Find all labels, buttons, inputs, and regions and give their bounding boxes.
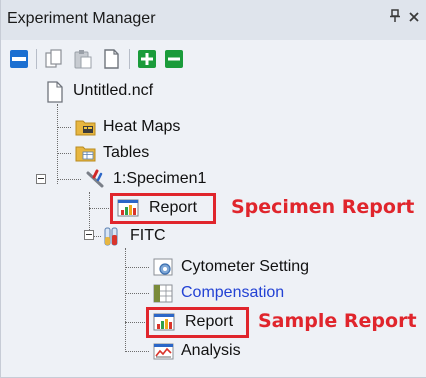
tree-item-label: 1:Specimen1 <box>113 170 207 187</box>
report-icon <box>153 312 175 332</box>
tree-connector <box>125 351 149 352</box>
experiment-tree: Untitled.ncf Heat Maps Tables 1:Specimen… <box>1 78 426 377</box>
close-icon[interactable] <box>408 8 420 28</box>
analysis-icon <box>153 341 174 361</box>
cytometer-setting-icon <box>153 257 173 277</box>
folder-icon <box>75 143 96 163</box>
window-icon[interactable] <box>9 49 29 69</box>
tree-item-label: Tables <box>103 144 150 161</box>
sample-report-annotation: Sample Report <box>258 310 417 332</box>
toolbar <box>1 40 426 78</box>
expand-all-icon[interactable] <box>137 49 157 69</box>
tree-connector <box>125 293 149 294</box>
document-icon[interactable] <box>101 49 121 69</box>
tree-connector <box>89 208 111 209</box>
tree-item-label: Cytometer Setting <box>181 258 310 275</box>
tree-item-label: Compensation <box>181 284 285 301</box>
tree-connector <box>125 248 126 352</box>
collapse-toggle-icon[interactable] <box>36 174 46 184</box>
pin-icon[interactable] <box>389 9 401 27</box>
specimen-report-annotation: Specimen Report <box>231 196 415 218</box>
toolbar-separator <box>129 49 130 69</box>
tree-connector <box>57 179 81 180</box>
panel-titlebar: Experiment Manager <box>1 0 426 40</box>
document-icon <box>45 81 65 103</box>
tree-connector <box>57 153 71 154</box>
tree-item-label: Analysis <box>181 342 241 359</box>
compensation-icon <box>153 283 173 303</box>
tree-connector <box>125 267 149 268</box>
experiment-manager-panel: Experiment Manager Untitled.ncf Heat Map… <box>0 0 426 378</box>
specimen-icon <box>85 169 105 189</box>
tree-connector <box>125 322 147 323</box>
copy-icon[interactable] <box>44 49 64 69</box>
paste-icon[interactable] <box>73 49 93 69</box>
collapse-all-icon[interactable] <box>164 49 184 69</box>
tree-item-label: Untitled.ncf <box>73 82 154 99</box>
toolbar-separator <box>36 49 37 69</box>
panel-title: Experiment Manager <box>7 10 156 27</box>
tree-connector <box>57 104 58 184</box>
tree-item-label: Heat Maps <box>103 118 181 135</box>
tree-item-label: FITC <box>130 227 166 244</box>
tree-item-label: Report <box>149 199 198 216</box>
tree-item-label: Report <box>185 313 234 330</box>
tree-connector <box>57 127 71 128</box>
folder-icon <box>75 117 96 137</box>
tube-icon <box>102 226 122 246</box>
collapse-toggle-icon[interactable] <box>84 230 94 240</box>
report-icon <box>117 198 139 218</box>
